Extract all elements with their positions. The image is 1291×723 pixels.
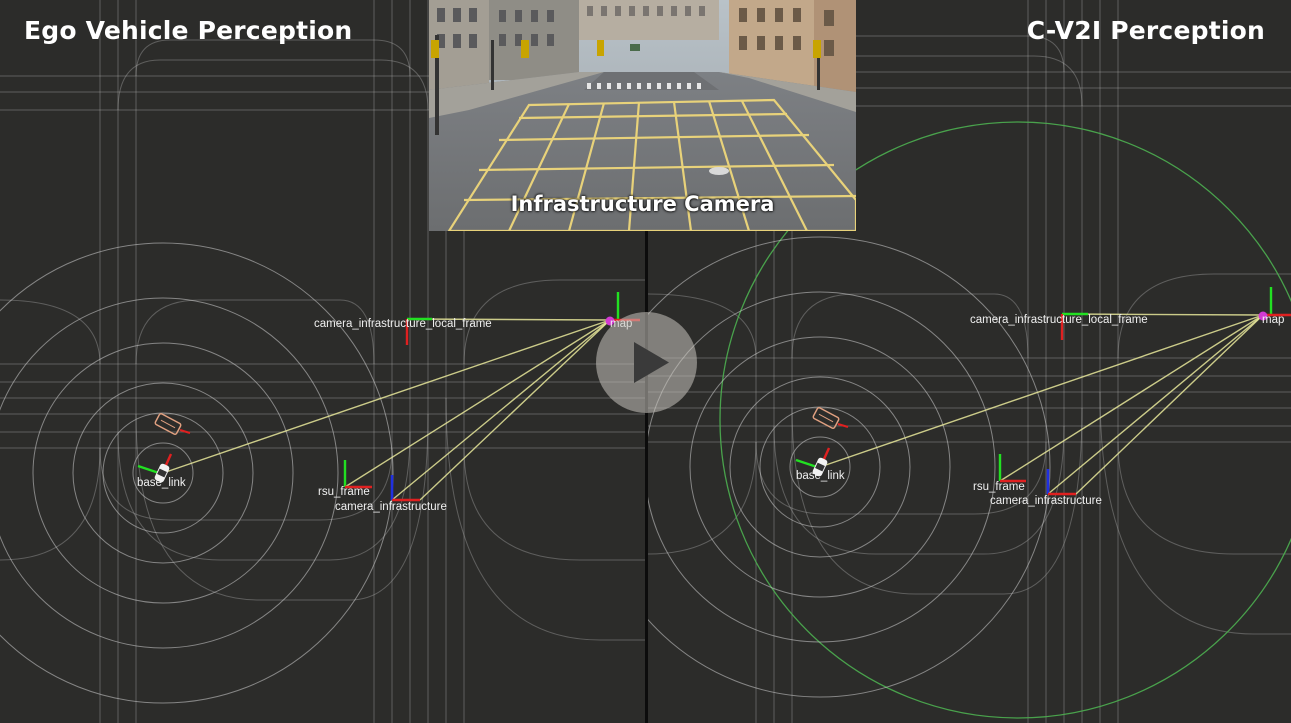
- tf-label-camera-local: camera_infrastructure_local_frame: [970, 314, 1148, 326]
- tf-label-rsu: rsu_frame: [973, 481, 1025, 493]
- tf-label-camera: camera_infrastructure: [990, 495, 1102, 507]
- tf-label-base-link: base_link: [137, 477, 186, 489]
- cv2i-perception-title: C-V2I Perception: [1026, 16, 1265, 45]
- tf-label-rsu: rsu_frame: [318, 486, 370, 498]
- video-frame: camera_infrastructure_local_frame map ba…: [0, 0, 1291, 723]
- ego-perception-title: Ego Vehicle Perception: [24, 16, 353, 45]
- tf-label-base-link: base_link: [796, 470, 845, 482]
- tf-label-map: map: [1262, 314, 1284, 326]
- infrastructure-camera-feed: Infrastructure Camera: [429, 0, 856, 231]
- play-icon: [634, 342, 669, 383]
- play-button[interactable]: [596, 312, 697, 413]
- tf-label-camera-local: camera_infrastructure_local_frame: [314, 318, 492, 330]
- camera-caption: Infrastructure Camera: [510, 192, 775, 216]
- tf-label-camera: camera_infrastructure: [335, 501, 447, 513]
